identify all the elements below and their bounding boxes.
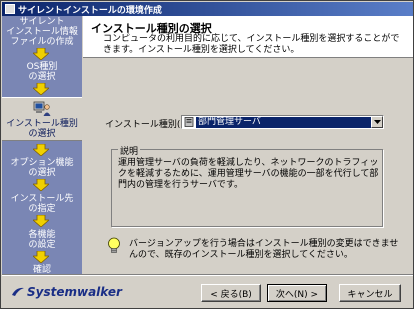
step-feature-settings: 各機能 の設定	[28, 230, 56, 250]
step-create-info-file: サイレント インストール情報 ファイルの作成	[6, 17, 78, 47]
title-bar[interactable]: サイレントインストールの環境作成	[2, 2, 413, 16]
arrow-down-icon	[33, 144, 49, 156]
logo-mark-icon	[12, 287, 24, 296]
installer-window: サイレントインストールの環境作成 サイレント インストール情報 ファイルの作成 …	[0, 0, 414, 309]
explanation-group: 説明 運用管理サーバの負荷を軽減したり、ネットワークのトラフィックを軽減するため…	[111, 144, 383, 227]
step-os-type: OS種別 の選択	[26, 62, 58, 82]
install-type-label: インストール種別(I)	[105, 120, 187, 130]
explanation-title: 説明	[118, 144, 141, 157]
upgrade-note-text: バージョンアップを行う場合はインストール種別の変更はできませんので、既存のインス…	[129, 239, 399, 260]
lightbulb-icon	[108, 237, 120, 253]
server-icon	[184, 117, 194, 127]
install-type-selected-value: 部門管理サーバ	[196, 116, 371, 128]
step-confirm: 確認	[32, 265, 51, 274]
page-description: コンピュータの利用目的に応じて、インストール種別を選択することができます。インス…	[103, 34, 400, 55]
arrow-down-icon	[33, 179, 49, 191]
chevron-down-icon[interactable]	[371, 116, 383, 128]
computer-user-icon	[33, 101, 51, 116]
next-button[interactable]: 次へ(N) >	[267, 284, 327, 302]
step-install-type: インストール種別 の選択	[2, 97, 82, 141]
explanation-text: 運用管理サーバの負荷を軽減したり、ネットワークのトラフィックを軽減するために、運…	[118, 158, 379, 190]
footer-divider	[2, 274, 413, 276]
main-content: インストール種別(I) 部門管理サーバ 説明 運用管理サーバの負荷を軽減したり、…	[83, 59, 413, 274]
wizard-steps-sidebar: サイレント インストール情報 ファイルの作成 OS種別 の選択 インストール種別…	[2, 16, 82, 274]
cancel-button[interactable]: キャンセル	[339, 284, 401, 302]
step-install-destination: インストール先 の指定	[10, 194, 74, 214]
app-icon	[5, 4, 15, 14]
back-button[interactable]: < 戻る(B)	[201, 284, 261, 302]
arrow-down-icon	[33, 215, 49, 227]
install-type-select[interactable]: 部門管理サーバ	[181, 115, 384, 129]
arrow-down-icon	[33, 251, 49, 263]
page-header: インストール種別の選択 コンピュータの利用目的に応じて、インストール種別を選択す…	[83, 16, 413, 58]
arrow-down-icon	[33, 48, 49, 60]
systemwalker-logo: Systemwalker	[11, 285, 122, 299]
window-title: サイレントインストールの環境作成	[18, 5, 162, 16]
arrow-down-icon	[33, 83, 49, 95]
step-option-features: オプション機能 の選択	[10, 158, 74, 178]
